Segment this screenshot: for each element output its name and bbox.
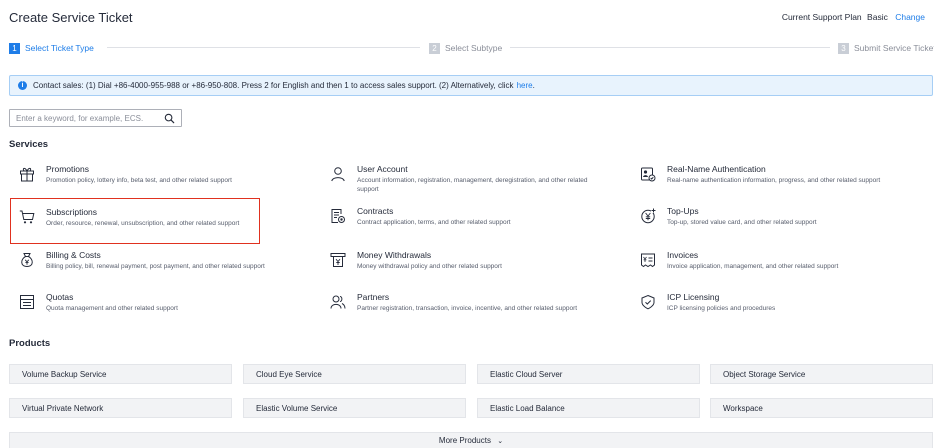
info-icon: i (18, 81, 27, 90)
step-divider (107, 47, 420, 48)
support-plan-label: Current Support Plan (781, 12, 862, 22)
service-description: Real-name authentication information, pr… (667, 177, 881, 184)
notice-text: Contact sales: (1) Dial +86-4000-955-988… (33, 81, 514, 90)
search-icon[interactable] (164, 113, 175, 124)
step-select-ticket-type: 1 Select Ticket Type (9, 41, 94, 55)
change-plan-link[interactable]: Change (895, 12, 925, 22)
service-title: Promotions (46, 164, 89, 174)
service-description: Account information, registration, manag… (357, 177, 588, 193)
cart-icon (19, 210, 35, 224)
product-volume-backup-service[interactable]: Volume Backup Service (9, 364, 232, 384)
product-object-storage-service[interactable]: Object Storage Service (710, 364, 933, 384)
service-partners[interactable]: Partners Partner registration, transacti… (330, 292, 630, 328)
step-submit-service-ticket: 3 Submit Service Ticket (838, 41, 934, 55)
id-card-icon (641, 167, 656, 182)
service-quotas[interactable]: Quotas Quota management and other relate… (19, 292, 319, 328)
user-icon (331, 167, 345, 182)
more-products-label: More Products (438, 436, 491, 445)
quota-icon (20, 295, 34, 309)
notice-tail: . (532, 81, 535, 90)
service-title: Real-Name Authentication (667, 164, 766, 174)
step-label: Select Subtype (445, 43, 503, 53)
chevron-down-icon: ⌄ (497, 438, 504, 445)
more-products-button[interactable]: More Products ⌄ (9, 432, 933, 448)
service-description: Invoice application, management, and oth… (667, 263, 839, 270)
products-heading: Products (9, 338, 51, 349)
product-elastic-volume-service[interactable]: Elastic Volume Service (243, 398, 466, 418)
service-title: Invoices (667, 250, 699, 260)
service-description: Partner registration, transaction, invoi… (357, 305, 578, 312)
step-number: 1 (9, 42, 20, 54)
service-title: Partners (357, 292, 390, 302)
service-billing-costs[interactable]: Billing & Costs Billing policy, bill, re… (19, 250, 319, 286)
invoice-icon (641, 253, 655, 268)
service-description: Money withdrawal policy and other relate… (357, 263, 502, 270)
support-plan-level: Basic (867, 12, 888, 22)
service-title: Contracts (357, 206, 394, 216)
step-label: Submit Service Ticket (854, 43, 934, 53)
page-title: Create Service Ticket (9, 10, 133, 25)
service-money-withdrawals[interactable]: Money Withdrawals Money withdrawal polic… (330, 250, 630, 286)
page-header: Create Service Ticket Current Support Pl… (9, 8, 925, 28)
service-description: ICP licensing policies and procedures (667, 305, 776, 312)
service-contracts[interactable]: Contracts Contract application, terms, a… (330, 206, 630, 242)
product-elastic-load-balance[interactable]: Elastic Load Balance (477, 398, 700, 418)
service-description: Billing policy, bill, renewal payment, p… (46, 263, 265, 270)
yuan-plus-icon (641, 208, 656, 224)
step-number: 3 (838, 42, 849, 54)
product-workspace[interactable]: Workspace (710, 398, 933, 418)
service-title: Billing & Costs (46, 250, 101, 260)
service-title: Money Withdrawals (357, 250, 432, 260)
product-cloud-eye-service[interactable]: Cloud Eye Service (243, 364, 466, 384)
services-heading: Services (9, 139, 49, 150)
service-title: Top-Ups (667, 206, 699, 216)
money-bag-icon (21, 253, 33, 268)
search-input[interactable] (10, 113, 156, 123)
service-title: Quotas (46, 292, 74, 302)
support-plan: Current Support Plan Basic Change (782, 12, 925, 22)
step-divider (510, 47, 830, 48)
step-label: Select Ticket Type (25, 43, 94, 53)
service-subscriptions[interactable]: Subscriptions Order, resource, renewal, … (10, 198, 260, 244)
service-invoices[interactable]: Invoices Invoice application, management… (640, 250, 934, 286)
service-user-account[interactable]: User Account Account information, regist… (330, 164, 630, 200)
service-real-name-authentication[interactable]: Real-Name Authentication Real-name authe… (640, 164, 934, 200)
step-select-subtype: 2 Select Subtype (429, 41, 502, 55)
service-top-ups[interactable]: Top-Ups Top-up, stored value card, and o… (640, 206, 934, 242)
service-description: Promotion policy, lottery info, beta tes… (46, 177, 232, 184)
service-description: Order, resource, renewal, unsubscription… (46, 220, 240, 227)
search-box (9, 109, 182, 127)
product-elastic-cloud-server[interactable]: Elastic Cloud Server (477, 364, 700, 384)
step-number: 2 (429, 42, 440, 54)
service-description: Quota management and other related suppo… (46, 305, 178, 312)
service-title: Subscriptions (46, 207, 98, 217)
service-title: User Account (357, 164, 408, 174)
service-title: ICP Licensing (667, 292, 720, 302)
service-icp-licensing[interactable]: ICP Licensing ICP licensing policies and… (640, 292, 934, 328)
contact-sales-notice: i Contact sales: (1) Dial +86-4000-955-9… (9, 75, 933, 96)
product-virtual-private-network[interactable]: Virtual Private Network (9, 398, 232, 418)
partner-icon (330, 295, 346, 309)
contract-icon (331, 209, 345, 223)
gift-icon (20, 167, 34, 182)
withdraw-icon (330, 253, 346, 267)
notice-here-link[interactable]: here (517, 81, 533, 90)
shield-check-icon (641, 294, 655, 310)
service-promotions[interactable]: Promotions Promotion policy, lottery inf… (19, 164, 319, 200)
step-indicator: 1 Select Ticket Type 2 Select Subtype 3 … (9, 41, 934, 55)
service-description: Top-up, stored value card, and other rel… (667, 219, 817, 226)
service-description: Contract application, terms, and other r… (357, 219, 511, 226)
